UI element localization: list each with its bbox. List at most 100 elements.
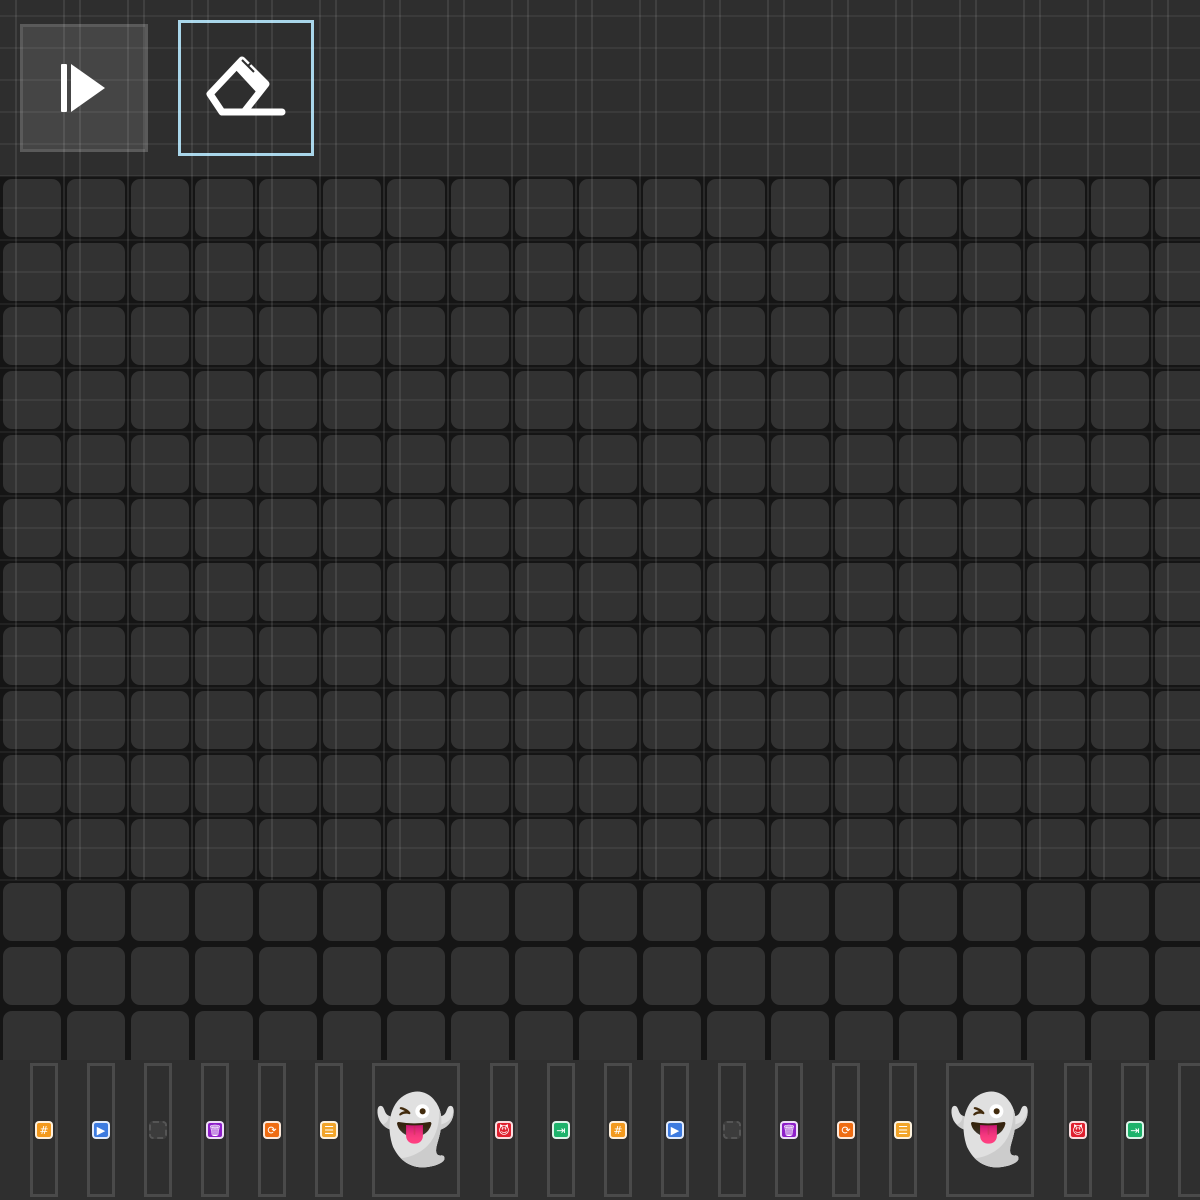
grid-cell[interactable] xyxy=(899,563,957,621)
grid-cell[interactable] xyxy=(195,755,253,813)
grid-cell[interactable] xyxy=(1027,243,1085,301)
grid-cell[interactable] xyxy=(899,179,957,237)
grid-cell[interactable] xyxy=(707,691,765,749)
grid-cell[interactable] xyxy=(835,371,893,429)
grid-cell[interactable] xyxy=(67,499,125,557)
grid-cell[interactable] xyxy=(323,371,381,429)
grid-cell[interactable] xyxy=(387,755,445,813)
grid-cell[interactable] xyxy=(195,435,253,493)
grid-cell[interactable] xyxy=(1027,1011,1085,1060)
grid-cell[interactable] xyxy=(451,755,509,813)
grid-cell[interactable] xyxy=(1091,179,1149,237)
palette-slot[interactable]: # xyxy=(604,1063,632,1197)
grid-cell[interactable] xyxy=(835,499,893,557)
grid-cell[interactable] xyxy=(899,691,957,749)
grid-cell[interactable] xyxy=(67,1011,125,1060)
grid-cell[interactable] xyxy=(195,947,253,1005)
grid-cell[interactable] xyxy=(707,371,765,429)
grid-cell[interactable] xyxy=(323,883,381,941)
grid-cell[interactable] xyxy=(1155,691,1200,749)
palette-slot[interactable]: ⇥ xyxy=(1121,1063,1149,1197)
grid-cell[interactable] xyxy=(1027,435,1085,493)
grid-cell[interactable] xyxy=(707,755,765,813)
grid-cell[interactable] xyxy=(1027,307,1085,365)
grid-cell[interactable] xyxy=(1091,691,1149,749)
grid-cell[interactable] xyxy=(451,883,509,941)
grid-cell[interactable] xyxy=(323,755,381,813)
grid-cell[interactable] xyxy=(451,307,509,365)
grid-cell[interactable] xyxy=(3,499,61,557)
grid-cell[interactable] xyxy=(579,307,637,365)
grid-cell[interactable] xyxy=(1155,627,1200,685)
grid-cell[interactable] xyxy=(1155,947,1200,1005)
grid-cell[interactable] xyxy=(643,435,701,493)
grid-cell[interactable] xyxy=(387,947,445,1005)
grid-cell[interactable] xyxy=(643,819,701,877)
grid-cell[interactable] xyxy=(835,307,893,365)
grid-cell[interactable] xyxy=(387,371,445,429)
grid-cell[interactable] xyxy=(963,755,1021,813)
grid-cell[interactable] xyxy=(515,435,573,493)
grid-cell[interactable] xyxy=(3,755,61,813)
grid-cell[interactable] xyxy=(387,563,445,621)
grid-cell[interactable] xyxy=(195,563,253,621)
grid-cell[interactable] xyxy=(259,947,317,1005)
grid-cell[interactable] xyxy=(835,819,893,877)
grid-cell[interactable] xyxy=(835,883,893,941)
grid-cell[interactable] xyxy=(899,1011,957,1060)
grid-cell[interactable] xyxy=(131,691,189,749)
grid-cell[interactable] xyxy=(259,307,317,365)
grid-cell[interactable] xyxy=(3,819,61,877)
grid-cell[interactable] xyxy=(131,819,189,877)
grid-cell[interactable] xyxy=(195,691,253,749)
grid-cell[interactable] xyxy=(131,563,189,621)
grid-cell[interactable] xyxy=(579,371,637,429)
grid-cell[interactable] xyxy=(259,179,317,237)
grid-cell[interactable] xyxy=(1091,435,1149,493)
palette-slot[interactable]: 👻 xyxy=(372,1063,460,1197)
grid-cell[interactable] xyxy=(1027,755,1085,813)
grid-cell[interactable] xyxy=(67,307,125,365)
grid-cell[interactable] xyxy=(451,243,509,301)
grid-cell[interactable] xyxy=(3,947,61,1005)
grid-cell[interactable] xyxy=(131,499,189,557)
grid-cell[interactable] xyxy=(771,819,829,877)
grid-cell[interactable] xyxy=(771,243,829,301)
grid-cell[interactable] xyxy=(515,883,573,941)
grid-cell[interactable] xyxy=(963,947,1021,1005)
grid-cell[interactable] xyxy=(195,371,253,429)
grid-cell[interactable] xyxy=(323,691,381,749)
grid-cell[interactable] xyxy=(707,243,765,301)
grid-cell[interactable] xyxy=(515,371,573,429)
grid-cell[interactable] xyxy=(771,691,829,749)
grid-cell[interactable] xyxy=(1091,883,1149,941)
grid-cell[interactable] xyxy=(963,371,1021,429)
grid-cell[interactable] xyxy=(771,499,829,557)
grid-cell[interactable] xyxy=(963,179,1021,237)
grid-cell[interactable] xyxy=(963,627,1021,685)
grid-cell[interactable] xyxy=(899,435,957,493)
grid-cell[interactable] xyxy=(899,947,957,1005)
grid-cell[interactable] xyxy=(259,883,317,941)
grid-cell[interactable] xyxy=(1155,499,1200,557)
grid-cell[interactable] xyxy=(195,819,253,877)
grid-cell[interactable] xyxy=(387,691,445,749)
grid-cell[interactable] xyxy=(515,179,573,237)
grid-cell[interactable] xyxy=(323,563,381,621)
grid-cell[interactable] xyxy=(259,499,317,557)
grid-cell[interactable] xyxy=(963,307,1021,365)
grid-cell[interactable] xyxy=(1091,819,1149,877)
grid-cell[interactable] xyxy=(451,947,509,1005)
grid-cell[interactable] xyxy=(259,1011,317,1060)
grid-cell[interactable] xyxy=(515,947,573,1005)
grid-cell[interactable] xyxy=(963,563,1021,621)
palette-slot[interactable]: ⟳ xyxy=(832,1063,860,1197)
grid-cell[interactable] xyxy=(259,243,317,301)
grid-cell[interactable] xyxy=(579,435,637,493)
grid-cell[interactable] xyxy=(451,563,509,621)
grid-cell[interactable] xyxy=(899,755,957,813)
grid-cell[interactable] xyxy=(67,179,125,237)
grid-cell[interactable] xyxy=(131,947,189,1005)
grid-cell[interactable] xyxy=(963,1011,1021,1060)
grid-cell[interactable] xyxy=(579,499,637,557)
